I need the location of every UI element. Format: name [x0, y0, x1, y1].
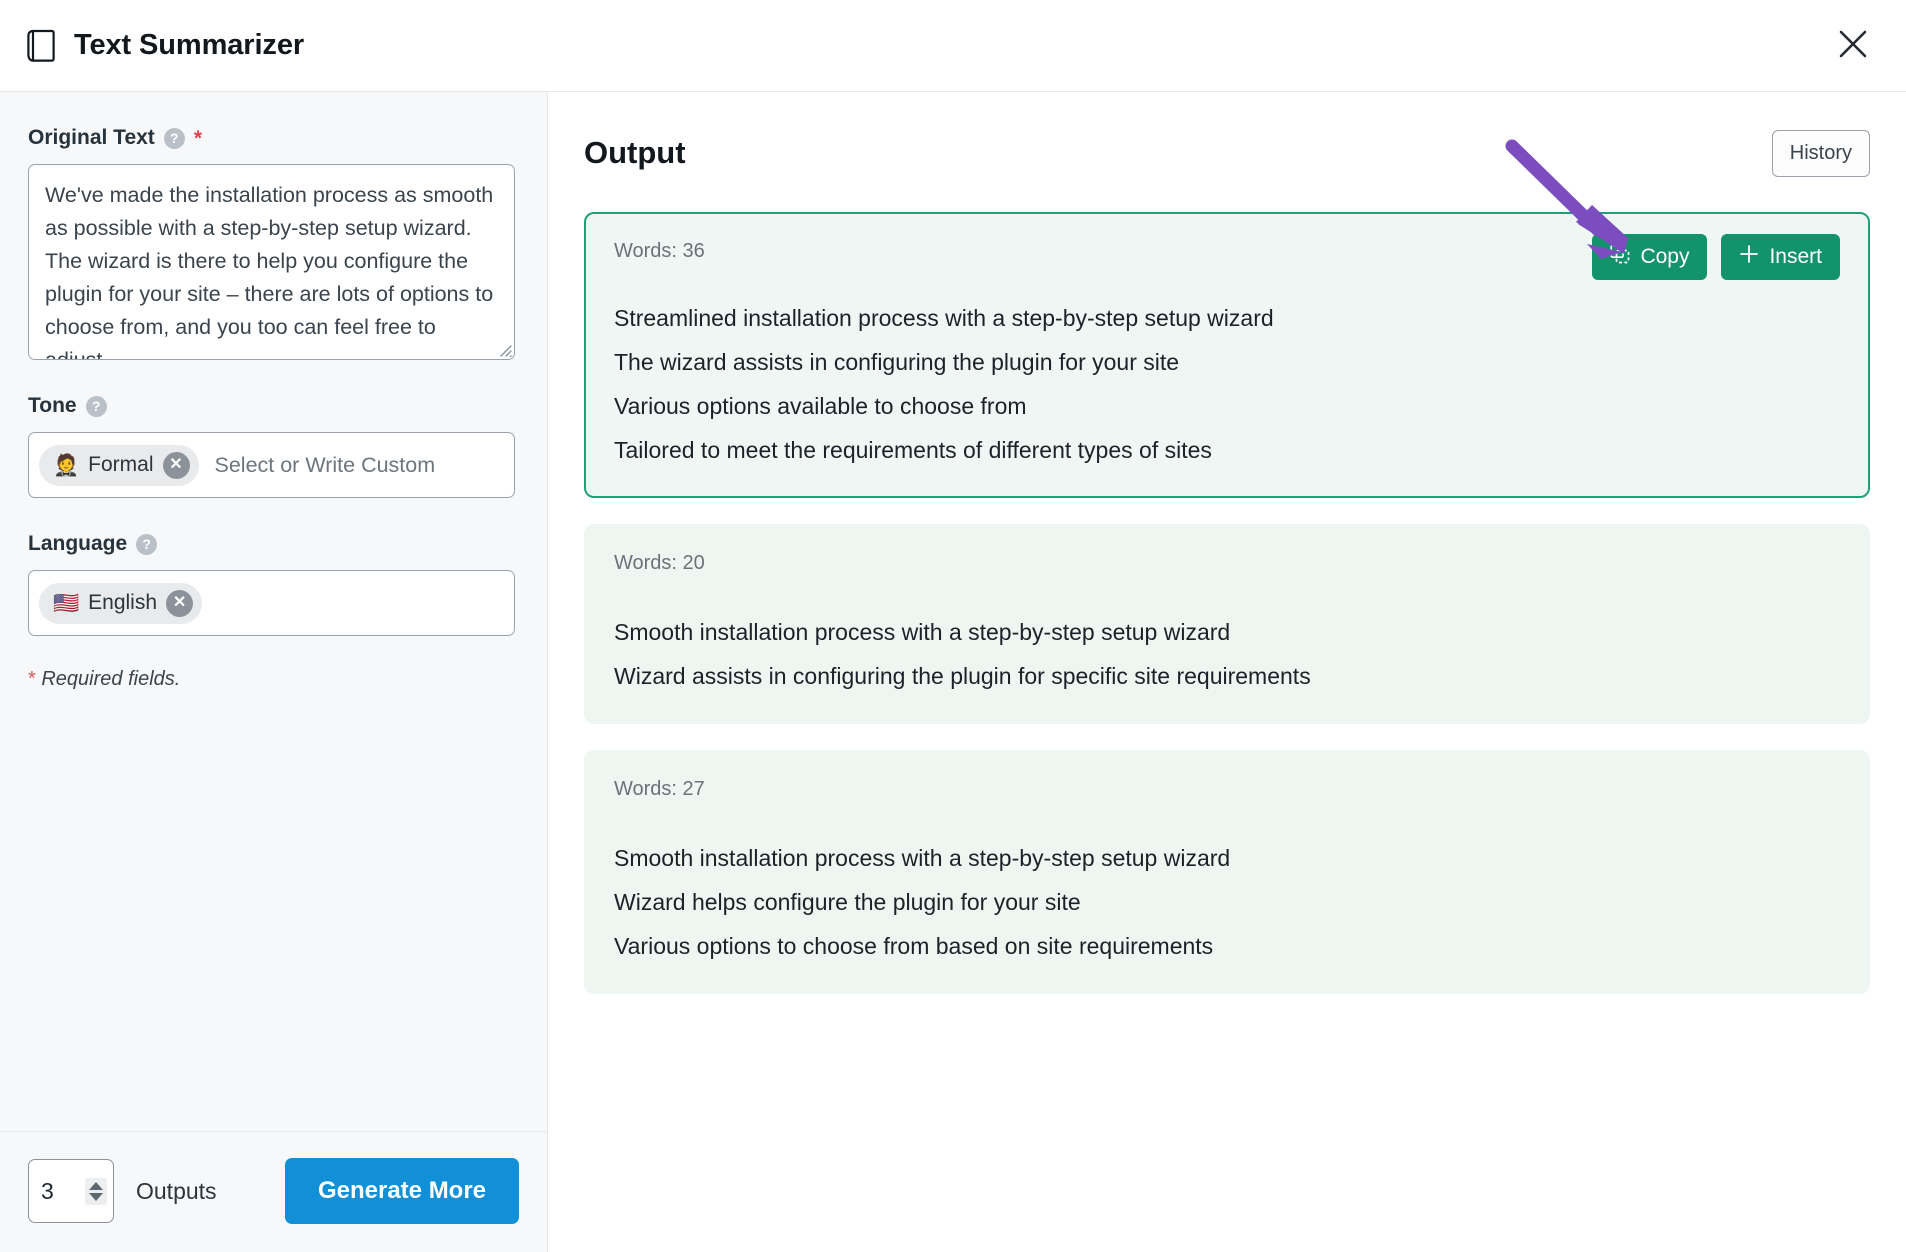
tone-chip-label: Formal: [88, 453, 154, 476]
generate-more-button[interactable]: Generate More: [285, 1158, 519, 1224]
document-icon: [26, 29, 56, 63]
help-circle-icon[interactable]: ?: [136, 533, 158, 555]
language-chip: 🇺🇸 English ✕: [39, 582, 203, 624]
original-text-field-group: Original Text ? * We've made the install…: [28, 126, 515, 360]
output-card-header: Words: 36 Copy Insert: [614, 234, 1840, 280]
copy-icon: [1610, 244, 1630, 270]
header-brand: Text Summarizer: [26, 29, 304, 63]
output-card-lines: Streamlined installation process with a …: [614, 296, 1840, 472]
original-text-label: Original Text: [28, 126, 155, 149]
tone-label: Tone: [28, 394, 77, 417]
output-line: Various options available to choose from: [614, 393, 1027, 419]
original-text-label-row: Original Text ? *: [28, 126, 513, 150]
help-circle-icon[interactable]: ?: [85, 395, 107, 417]
spinner-up-icon[interactable]: [89, 1181, 103, 1190]
output-line: The wizard assists in configuring the pl…: [614, 349, 1180, 375]
output-line: Streamlined installation process with a …: [614, 305, 1274, 331]
tone-placeholder: Select or Write Custom: [214, 452, 436, 477]
output-line: Wizard assists in configuring the plugin…: [614, 663, 1311, 689]
output-line: Smooth installation process with a step-…: [614, 845, 1231, 871]
language-field-group: Language ? 🇺🇸 English ✕: [28, 532, 515, 636]
outputs-spinner[interactable]: [85, 1177, 107, 1205]
original-text-input[interactable]: We've made the installation process as s…: [28, 164, 515, 360]
output-line: Smooth installation process with a step-…: [614, 619, 1231, 645]
output-card-header: Words: 20: [614, 546, 1840, 592]
us-flag-icon: 🇺🇸: [53, 591, 80, 615]
word-count-label: Words: 36: [614, 240, 705, 262]
insert-button[interactable]: Insert: [1721, 234, 1840, 280]
output-title: Output: [584, 135, 686, 170]
required-fields-note: * Required fields.: [28, 668, 513, 691]
required-note-text: Required fields.: [41, 668, 181, 690]
outputs-count-value: 3: [41, 1177, 54, 1204]
tone-input[interactable]: 🤵 Formal ✕ Select or Write Custom: [28, 432, 515, 498]
copy-button-label: Copy: [1640, 245, 1690, 268]
modal-body: Original Text ? * We've made the install…: [0, 92, 1906, 1252]
output-card[interactable]: Words: 36 Copy Insert Streamlined instal…: [584, 212, 1870, 498]
output-card-lines: Smooth installation process with a step-…: [614, 610, 1840, 698]
text-summarizer-modal: Text Summarizer Original Text ? * We've …: [0, 0, 1906, 1252]
output-panel: Output History Words: 36 Copy Insert Str…: [548, 92, 1906, 1252]
close-icon: [1836, 27, 1870, 64]
page-title: Text Summarizer: [74, 29, 305, 61]
input-panel-footer: 3 Outputs Generate More: [0, 1131, 547, 1252]
word-count-label: Words: 20: [614, 552, 705, 574]
history-button[interactable]: History: [1771, 129, 1870, 177]
tone-chip: 🤵 Formal ✕: [39, 444, 199, 486]
output-card-actions: Copy Insert: [1592, 234, 1840, 280]
output-card-lines: Smooth installation process with a step-…: [614, 836, 1840, 968]
modal-header: Text Summarizer: [0, 0, 1906, 92]
close-button[interactable]: [1828, 21, 1878, 71]
output-card[interactable]: Words: 27 Smooth installation process wi…: [584, 750, 1870, 994]
output-line: Various options to choose from based on …: [614, 933, 1214, 959]
language-label: Language: [28, 532, 128, 555]
output-line: Tailored to meet the requirements of dif…: [614, 437, 1212, 463]
outputs-stepper[interactable]: 3: [28, 1159, 114, 1223]
output-header: Output History: [584, 122, 1870, 184]
output-card-header: Words: 27: [614, 772, 1840, 818]
output-card[interactable]: Words: 20 Smooth installation process wi…: [584, 524, 1870, 724]
remove-chip-icon[interactable]: ✕: [162, 451, 190, 479]
help-circle-icon[interactable]: ?: [163, 127, 185, 149]
plus-icon: [1739, 244, 1759, 270]
tone-label-row: Tone ?: [28, 394, 513, 418]
language-chip-label: English: [88, 591, 158, 614]
resize-grip-icon[interactable]: [496, 341, 512, 358]
input-form: Original Text ? * We've made the install…: [0, 92, 547, 1131]
required-note-asterisk: *: [28, 668, 36, 690]
word-count-label: Words: 27: [614, 778, 705, 800]
input-panel: Original Text ? * We've made the install…: [0, 92, 548, 1252]
outputs-label: Outputs: [136, 1177, 217, 1204]
required-asterisk: *: [193, 126, 202, 150]
tone-field-group: Tone ? 🤵 Formal ✕ Select or Write Custom: [28, 394, 515, 498]
output-line: Wizard helps configure the plugin for yo…: [614, 889, 1081, 915]
original-text-value: We've made the installation process as s…: [45, 183, 500, 360]
insert-button-label: Insert: [1769, 245, 1822, 268]
copy-button[interactable]: Copy: [1592, 234, 1708, 280]
spinner-down-icon[interactable]: [89, 1192, 103, 1201]
formal-emoji-icon: 🤵: [53, 453, 80, 477]
language-input[interactable]: 🇺🇸 English ✕: [28, 570, 515, 636]
language-label-row: Language ?: [28, 532, 513, 556]
remove-chip-icon[interactable]: ✕: [166, 589, 194, 617]
